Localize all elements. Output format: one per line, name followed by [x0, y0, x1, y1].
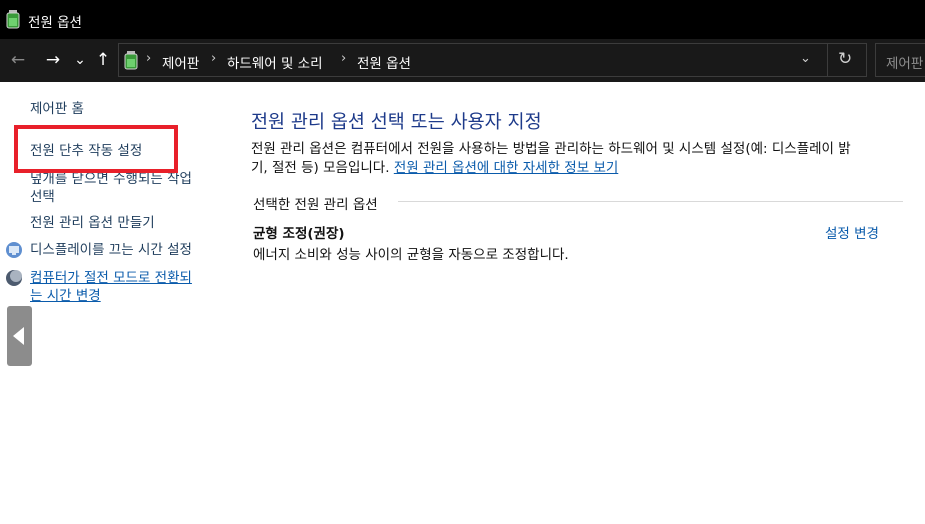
plan-name: 균형 조정(권장) — [253, 226, 345, 242]
breadcrumb-chevron-icon[interactable]: › — [211, 51, 216, 66]
more-info-link[interactable]: 전원 관리 옵션에 대한 자세한 정보 보기 — [394, 160, 618, 176]
battery-plug-icon — [124, 51, 138, 70]
search-placeholder: 제어판 검색 — [886, 56, 925, 72]
control-panel-home-link[interactable]: 제어판 홈 — [30, 100, 84, 118]
sleep-time-link[interactable]: 컴퓨터가 절전 모드로 전환되 — [30, 269, 192, 287]
page-heading: 전원 관리 옵션 선택 또는 사용자 지정 — [251, 112, 542, 133]
battery-plug-icon — [6, 10, 20, 29]
collapse-pane-handle[interactable] — [7, 306, 32, 366]
moon-sleep-icon — [6, 270, 22, 286]
search-input[interactable]: 제어판 검색 — [875, 43, 925, 77]
recent-locations-chevron-icon[interactable]: ⌄ — [72, 47, 88, 73]
create-power-plan-link[interactable]: 전원 관리 옵션 만들기 — [30, 214, 155, 232]
chevron-left-icon — [13, 327, 24, 345]
group-divider — [398, 201, 903, 202]
navigation-bar: ← → ⌄ ↑ › 제어판 › 하드웨어 및 소리 › 전원 옵션 ⌄ ↻ 제어… — [0, 39, 925, 82]
address-divider — [827, 44, 828, 76]
window-title: 전원 옵션 — [28, 15, 82, 31]
display-off-time-link[interactable]: 디스플레이를 끄는 시간 설정 — [30, 241, 192, 259]
up-arrow-icon[interactable]: ↑ — [94, 47, 112, 73]
description-line2: 기, 절전 등) 모음입니다. — [251, 160, 390, 176]
lid-close-action-link-line2[interactable]: 선택 — [30, 188, 55, 206]
breadcrumb-control-panel[interactable]: 제어판 — [162, 52, 199, 72]
refresh-icon[interactable]: ↻ — [838, 49, 852, 69]
selected-plan-group-label: 선택한 전원 관리 옵션 — [253, 197, 378, 213]
breadcrumb-power-options[interactable]: 전원 옵션 — [357, 52, 411, 72]
title-bar: 전원 옵션 — [0, 0, 925, 39]
plan-description: 에너지 소비와 성능 사이의 균형을 자동으로 조정합니다. — [253, 247, 569, 263]
highlight-box — [14, 125, 178, 173]
page-description: 전원 관리 옵션은 컴퓨터에서 전원을 사용하는 방법을 관리하는 하드웨어 및… — [251, 140, 911, 178]
display-icon — [6, 242, 22, 258]
change-plan-settings-link[interactable]: 설정 변경 — [825, 222, 879, 242]
breadcrumb-chevron-icon: › — [146, 51, 152, 66]
sleep-time-link-line2[interactable]: 는 시간 변경 — [30, 287, 101, 305]
description-line1: 전원 관리 옵션은 컴퓨터에서 전원을 사용하는 방법을 관리하는 하드웨어 및… — [251, 141, 851, 157]
forward-arrow-icon[interactable]: → — [42, 47, 64, 73]
breadcrumb-chevron-icon[interactable]: › — [341, 51, 346, 66]
address-dropdown-icon[interactable]: ⌄ — [800, 51, 811, 66]
breadcrumb-hardware-sound[interactable]: 하드웨어 및 소리 — [227, 52, 323, 72]
address-bar[interactable]: › 제어판 › 하드웨어 및 소리 › 전원 옵션 ⌄ ↻ — [118, 43, 867, 77]
back-arrow-icon[interactable]: ← — [8, 47, 28, 73]
